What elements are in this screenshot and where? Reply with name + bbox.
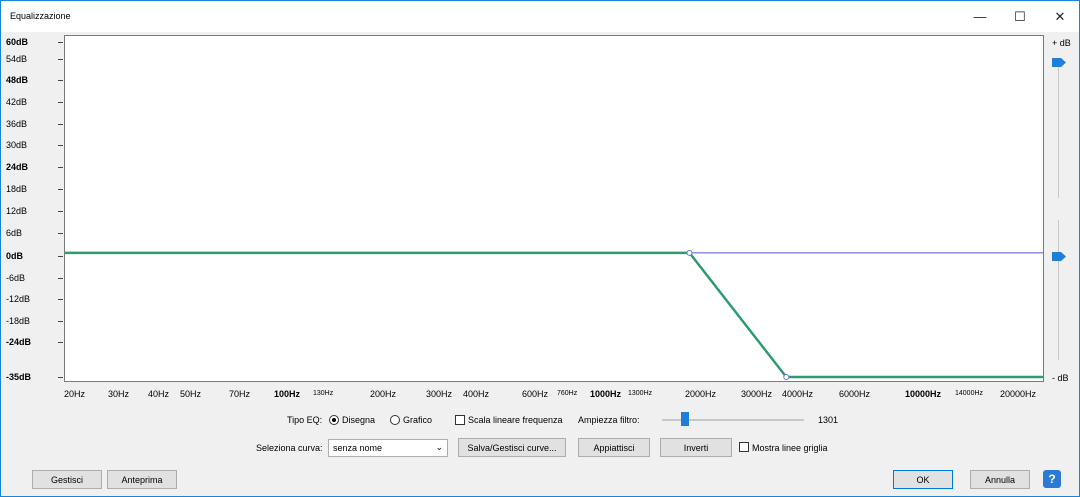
maximize-button[interactable]: ☐ (1000, 1, 1040, 32)
x-tick-label: 2000Hz (685, 389, 717, 399)
graphic-radio[interactable] (390, 415, 400, 425)
y-tick-label: 18dB (6, 184, 28, 194)
y-tick-label: 6dB (6, 228, 23, 238)
y-tick (58, 42, 63, 43)
y-tick-label: 48dB (6, 75, 29, 85)
x-tick-label: 14000Hz (955, 390, 984, 397)
y-tick-label: 60dB (6, 37, 29, 47)
x-tick-label: 400Hz (463, 389, 490, 399)
min-gain-slider-thumb[interactable] (1052, 252, 1066, 261)
ok-button[interactable]: OK (893, 470, 953, 489)
manage-button[interactable]: Gestisci (32, 470, 102, 489)
x-tick-label: 30Hz (108, 389, 130, 399)
show-grid-label[interactable]: Mostra linee griglia (752, 443, 828, 453)
x-tick-label: 760Hz (557, 390, 578, 397)
y-tick (58, 377, 63, 378)
x-tick-label: 10000Hz (905, 389, 942, 399)
y-tick-label: 42dB (6, 97, 28, 107)
y-tick (58, 80, 63, 81)
x-tick-label: 200Hz (370, 389, 397, 399)
filter-width-label: Ampiezza filtro: (578, 415, 640, 425)
y-tick-label: 36dB (6, 119, 28, 129)
y-tick-label: -35dB (6, 372, 32, 382)
y-tick (58, 189, 63, 190)
min-gain-track[interactable] (1058, 220, 1059, 360)
x-tick-label: 40Hz (148, 389, 170, 399)
y-tick (58, 145, 63, 146)
y-tick (58, 321, 63, 322)
curve-control-point (686, 249, 693, 256)
y-tick-label: 12dB (6, 206, 28, 216)
x-tick-label: 3000Hz (741, 389, 773, 399)
gain-min-label: - dB (1052, 373, 1069, 383)
y-tick (58, 278, 63, 279)
gain-max-label: + dB (1052, 38, 1071, 48)
y-tick (58, 256, 63, 257)
x-tick-label: 70Hz (229, 389, 251, 399)
cancel-button[interactable]: Annulla (970, 470, 1030, 489)
eq-curve-canvas[interactable] (65, 36, 1043, 381)
curve-select[interactable]: senza nome ⌄ (328, 439, 448, 457)
eq-curve (65, 251, 1043, 379)
chevron-down-icon: ⌄ (435, 442, 443, 452)
y-tick (58, 211, 63, 212)
y-tick-label: 0dB (6, 251, 24, 261)
invert-button[interactable]: Inverti (660, 438, 732, 457)
eq-graph[interactable] (64, 35, 1044, 382)
max-gain-slider-thumb[interactable] (1052, 58, 1066, 67)
eq-type-label: Tipo EQ: (287, 415, 323, 425)
y-tick (58, 299, 63, 300)
curve-control-point (783, 374, 790, 380)
max-gain-track[interactable] (1058, 58, 1059, 198)
window-title: Equalizzazione (10, 11, 71, 21)
y-tick (58, 233, 63, 234)
minimize-button[interactable]: — (960, 1, 1000, 32)
y-tick-label: -6dB (6, 273, 26, 283)
filter-width-value: 1301 (818, 415, 839, 425)
x-tick-label: 1300Hz (628, 390, 653, 397)
graphic-radio-label[interactable]: Grafico (403, 415, 432, 425)
save-manage-curves-button[interactable]: Salva/Gestisci curve... (458, 438, 566, 457)
y-tick-label: -18dB (6, 316, 31, 326)
select-curve-label: Seleziona curva: (256, 443, 323, 453)
x-tick-label: 4000Hz (782, 389, 814, 399)
y-tick (58, 124, 63, 125)
x-tick-label: 600Hz (522, 389, 549, 399)
title-bar[interactable]: Equalizzazione — ☐ ✕ (1, 1, 1079, 32)
y-tick-label: -24dB (6, 337, 32, 347)
y-tick (58, 59, 63, 60)
y-tick-label: 54dB (6, 54, 28, 64)
linear-scale-checkbox[interactable] (455, 415, 465, 425)
flatten-button[interactable]: Appiattisci (578, 438, 650, 457)
linear-scale-label[interactable]: Scala lineare frequenza (468, 415, 563, 425)
x-tick-label: 6000Hz (839, 389, 871, 399)
x-tick-label: 20Hz (64, 389, 86, 399)
x-tick-label: 20000Hz (1000, 389, 1037, 399)
draw-radio-label[interactable]: Disegna (342, 415, 375, 425)
close-button[interactable]: ✕ (1040, 1, 1080, 32)
help-icon[interactable]: ? (1043, 470, 1061, 488)
show-grid-checkbox[interactable] (739, 442, 749, 452)
curve-select-value: senza nome (333, 443, 383, 453)
x-tick-label: 50Hz (180, 389, 202, 399)
y-tick-label: 24dB (6, 162, 29, 172)
preview-button[interactable]: Anteprima (107, 470, 177, 489)
draw-radio[interactable] (329, 415, 339, 425)
y-tick-label: -12dB (6, 294, 31, 304)
x-tick-label: 1000Hz (590, 389, 622, 399)
x-tick-label: 300Hz (426, 389, 453, 399)
y-tick (58, 167, 63, 168)
filter-width-slider-thumb[interactable] (681, 412, 689, 426)
x-tick-label: 130Hz (313, 390, 334, 397)
y-tick (58, 342, 63, 343)
y-tick (58, 102, 63, 103)
x-tick-label: 100Hz (274, 389, 301, 399)
y-tick-label: 30dB (6, 140, 28, 150)
